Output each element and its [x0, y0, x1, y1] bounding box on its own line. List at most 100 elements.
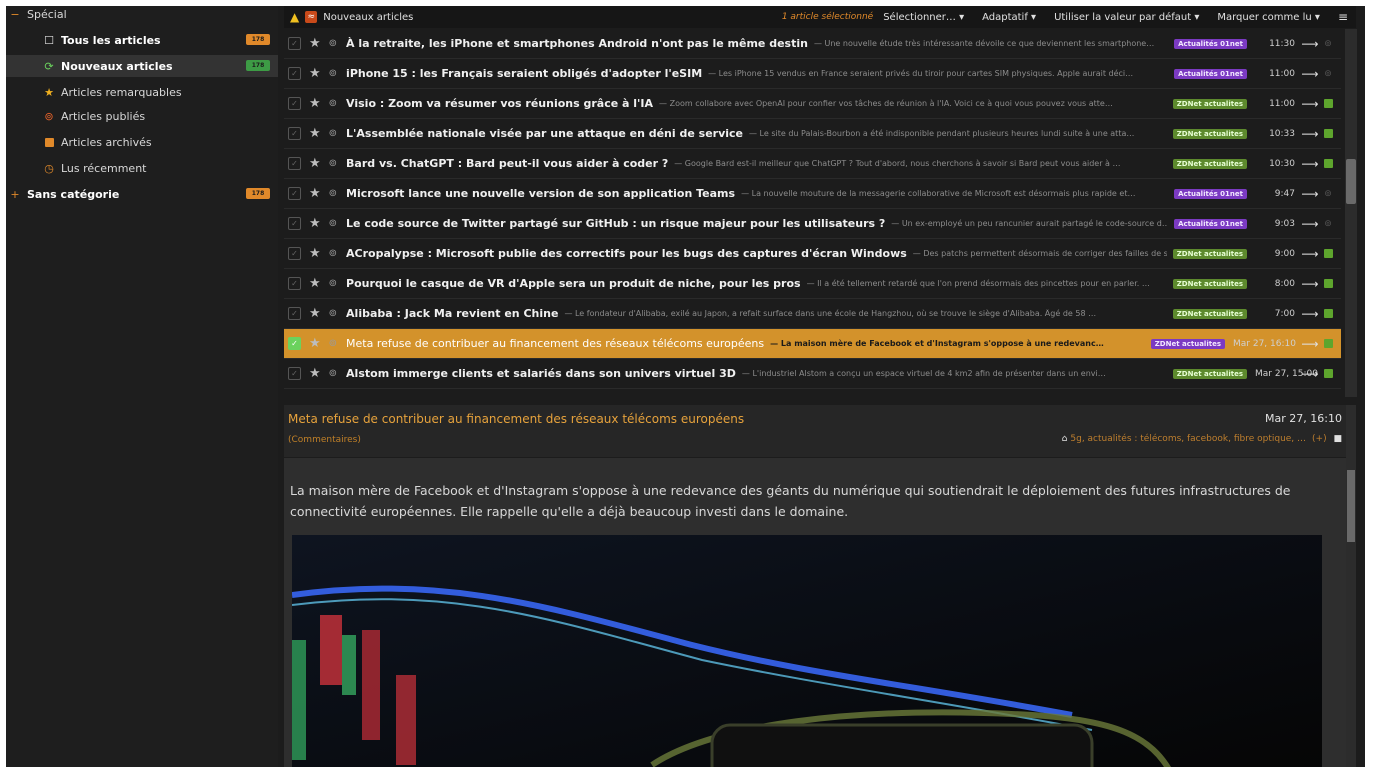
- headline-title[interactable]: Microsoft lance une nouvelle version de …: [346, 187, 735, 200]
- collapse-icon[interactable]: −: [8, 7, 22, 21]
- headline-title[interactable]: Bard vs. ChatGPT : Bard peut-il vous aid…: [346, 157, 668, 170]
- rss-icon[interactable]: ⊚: [329, 128, 337, 139]
- headline-row[interactable]: ✓ ★ ⊚ Alibaba : Jack Ma revient en Chine — L…: [284, 299, 1341, 329]
- sidebar-item-published[interactable]: ⊚ Articles publiés: [6, 105, 278, 127]
- sidebar-item-archived[interactable]: Articles archivés: [6, 131, 278, 153]
- select-checkbox[interactable]: ✓: [288, 97, 301, 110]
- open-link-icon[interactable]: ⟶: [1299, 217, 1321, 231]
- folder-icon[interactable]: ■: [1333, 434, 1342, 444]
- select-checkbox[interactable]: ✓: [288, 187, 301, 200]
- feed-label-badge[interactable]: ZDNet actualites: [1172, 128, 1247, 139]
- sort-order-select[interactable]: Utiliser la valeur par défaut ▾: [1054, 12, 1199, 23]
- tags-list[interactable]: 5g, actualités : télécoms, facebook, fib…: [1070, 434, 1306, 444]
- sidebar-item-recently-read[interactable]: ◷ Lus récemment: [6, 157, 278, 179]
- open-link-icon[interactable]: ⟶: [1299, 397, 1321, 398]
- headline-title[interactable]: L'Assemblée nationale visée par une atta…: [346, 127, 743, 140]
- select-checkbox[interactable]: ✓: [288, 127, 301, 140]
- feed-label-badge[interactable]: Actualités 01net: [1174, 68, 1247, 79]
- star-icon[interactable]: ★: [309, 396, 321, 397]
- category-uncategorized[interactable]: + Sans catégorie 178: [6, 183, 278, 205]
- headlines-scrollbar[interactable]: [1345, 29, 1357, 397]
- feed-label-badge[interactable]: ZDNet actualites: [1172, 308, 1247, 319]
- headline-title[interactable]: ACropalypse : Microsoft publie des corre…: [346, 247, 907, 260]
- feed-label-badge[interactable]: Actualités 01net: [1174, 38, 1247, 49]
- select-menu-button[interactable]: Sélectionner… ▾: [883, 12, 964, 23]
- hamburger-icon[interactable]: ≡: [1338, 10, 1348, 24]
- open-link-icon[interactable]: ⟶: [1299, 277, 1321, 291]
- headline-row[interactable]: ✓★⊚Gordon Moore est décédé à l'âge de 94…: [284, 389, 1341, 397]
- feed-label-badge[interactable]: Actualités 01net: [1174, 188, 1247, 199]
- headline-row[interactable]: ✓ ★ ⊚ Le code source de Twitter partagé sur…: [284, 209, 1341, 239]
- article-tags[interactable]: ⌂ 5g, actualités : télécoms, facebook, fi…: [1062, 434, 1342, 444]
- warning-icon[interactable]: ▲: [290, 10, 299, 24]
- sidebar-item-all-articles[interactable]: ☐ Tous les articles 178: [6, 29, 278, 51]
- more-tags-button[interactable]: (+): [1312, 434, 1327, 444]
- feed-label-badge[interactable]: ZDNet actualites: [1150, 338, 1225, 349]
- rss-icon[interactable]: ⊚: [329, 278, 337, 289]
- star-icon[interactable]: ★: [309, 126, 321, 141]
- open-link-icon[interactable]: ⟶: [1299, 97, 1321, 111]
- headline-row[interactable]: ✓ ★ ⊚ L'Assemblée nationale visée par une a…: [284, 119, 1341, 149]
- rss-icon[interactable]: ≈: [305, 11, 318, 23]
- rss-icon[interactable]: ⊚: [329, 308, 337, 319]
- select-checkbox[interactable]: ✓: [288, 37, 301, 50]
- star-icon[interactable]: ★: [309, 306, 321, 321]
- feed-label-badge[interactable]: ZDNet actualites: [1172, 98, 1247, 109]
- feed-label-badge[interactable]: ZDNet actualites: [1172, 368, 1247, 379]
- open-link-icon[interactable]: ⟶: [1299, 247, 1321, 261]
- select-checkbox[interactable]: ✓: [288, 157, 301, 170]
- expand-icon[interactable]: +: [8, 187, 22, 201]
- star-icon[interactable]: ★: [309, 276, 321, 291]
- headline-row[interactable]: ✓ ★ ⊚ Alstom immerge clients et salariés da…: [284, 359, 1341, 389]
- rss-icon[interactable]: ⊚: [329, 158, 337, 169]
- headline-row[interactable]: ✓ ★ ⊚ Visio : Zoom va résumer vos réunions …: [284, 89, 1341, 119]
- feed-label-badge[interactable]: ZDNet actualites: [1172, 248, 1247, 259]
- rss-icon[interactable]: ⊚: [329, 368, 337, 379]
- article-scrollbar[interactable]: [1346, 405, 1356, 767]
- select-checkbox[interactable]: ✓: [288, 277, 301, 290]
- select-checkbox[interactable]: ✓: [288, 247, 301, 260]
- star-icon[interactable]: ★: [309, 246, 321, 261]
- open-link-icon[interactable]: ⟶: [1299, 307, 1321, 321]
- mark-as-read-button[interactable]: Marquer comme lu ▾: [1217, 12, 1320, 23]
- star-icon[interactable]: ★: [309, 96, 321, 111]
- sidebar-item-starred[interactable]: ★ Articles remarquables: [6, 81, 278, 103]
- feed-label-badge[interactable]: ZDNet actualites: [1172, 278, 1247, 289]
- rss-icon[interactable]: ⊚: [329, 188, 337, 199]
- headline-title[interactable]: Alstom immerge clients et salariés dans …: [346, 367, 736, 380]
- rss-icon[interactable]: ⊚: [329, 38, 337, 49]
- rss-icon[interactable]: ⊚: [329, 338, 337, 349]
- select-checkbox[interactable]: ✓: [288, 67, 301, 80]
- scrollbar-thumb[interactable]: [1346, 159, 1356, 204]
- feed-label-badge[interactable]: Actualités 01net: [1174, 218, 1247, 229]
- headline-row[interactable]: ✓ ★ ⊚ Pourquoi le casque de VR d'Apple sera…: [284, 269, 1341, 299]
- headline-title[interactable]: Alibaba : Jack Ma revient en Chine: [346, 307, 558, 320]
- star-icon[interactable]: ★: [309, 216, 321, 231]
- open-link-icon[interactable]: ⟶: [1299, 157, 1321, 171]
- category-special[interactable]: − Spécial: [6, 3, 278, 25]
- rss-icon[interactable]: ⊚: [329, 218, 337, 229]
- open-link-icon[interactable]: ⟶: [1299, 127, 1321, 141]
- select-checkbox[interactable]: ✓: [288, 367, 301, 380]
- headline-row[interactable]: ✓ ★ ⊚ Microsoft lance une nouvelle version …: [284, 179, 1341, 209]
- headline-row[interactable]: ✓ ★ ⊚ Bard vs. ChatGPT : Bard peut-il vous …: [284, 149, 1341, 179]
- scrollbar-thumb[interactable]: [1347, 470, 1355, 542]
- open-link-icon[interactable]: ⟶: [1299, 37, 1321, 51]
- headline-row[interactable]: ✓ ★ ⊚ Meta refuse de contribuer au financem…: [284, 329, 1341, 359]
- open-link-icon[interactable]: ⟶: [1299, 187, 1321, 201]
- rss-icon[interactable]: ⊚: [329, 98, 337, 109]
- headline-title[interactable]: Pourquoi le casque de VR d'Apple sera un…: [346, 277, 801, 290]
- headline-title[interactable]: Meta refuse de contribuer au financement…: [346, 337, 764, 350]
- comments-link[interactable]: (Commentaires): [288, 435, 361, 445]
- open-link-icon[interactable]: ⟶: [1299, 337, 1321, 351]
- view-mode-select[interactable]: Adaptatif ▾: [982, 12, 1036, 23]
- star-icon[interactable]: ★: [309, 156, 321, 171]
- select-checkbox[interactable]: ✓: [288, 337, 301, 350]
- open-link-icon[interactable]: ⟶: [1299, 67, 1321, 81]
- article-title-link[interactable]: Meta refuse de contribuer au financement…: [288, 412, 744, 426]
- headline-row[interactable]: ✓ ★ ⊚ ACropalypse : Microsoft publie des co…: [284, 239, 1341, 269]
- headline-title[interactable]: iPhone 15 : les Français seraient obligé…: [346, 67, 702, 80]
- sidebar-item-new-articles[interactable]: ⟳ Nouveaux articles 178: [6, 55, 278, 77]
- headline-title[interactable]: Le code source de Twitter partagé sur Gi…: [346, 217, 885, 230]
- select-checkbox[interactable]: ✓: [288, 217, 301, 230]
